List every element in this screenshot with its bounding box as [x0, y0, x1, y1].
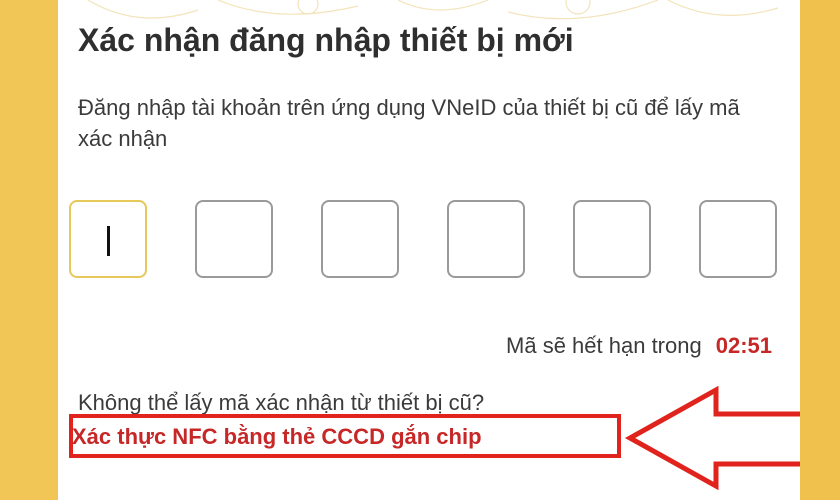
- otp-digit-6[interactable]: [699, 200, 777, 278]
- left-arrow-outline-icon: [624, 386, 800, 490]
- expiry-countdown: 02:51: [715, 333, 772, 358]
- otp-digit-4[interactable]: [447, 200, 525, 278]
- page-title: Xác nhận đăng nhập thiết bị mới: [78, 22, 574, 58]
- side-frame-right: [800, 0, 840, 500]
- side-frame-left: [0, 0, 58, 500]
- expiry-label: Mã sẽ hết hạn trong: [506, 333, 702, 358]
- otp-digit-2[interactable]: [195, 200, 273, 278]
- otp-digit-3[interactable]: [321, 200, 399, 278]
- verification-card: Xác nhận đăng nhập thiết bị mới Đăng nhậ…: [58, 0, 800, 500]
- otp-digit-1[interactable]: [69, 200, 147, 278]
- fallback-question: Không thể lấy mã xác nhận từ thiết bị cũ…: [78, 390, 485, 415]
- nfc-verify-link[interactable]: Xác thực NFC bằng thẻ CCCD gắn chip: [72, 424, 482, 450]
- instruction-text: Đăng nhập tài khoản trên ứng dụng VNeID …: [78, 95, 740, 151]
- text-cursor: [107, 226, 110, 256]
- expiry-timer: Mã sẽ hết hạn trong 02:51: [506, 333, 772, 359]
- otp-digit-5[interactable]: [573, 200, 651, 278]
